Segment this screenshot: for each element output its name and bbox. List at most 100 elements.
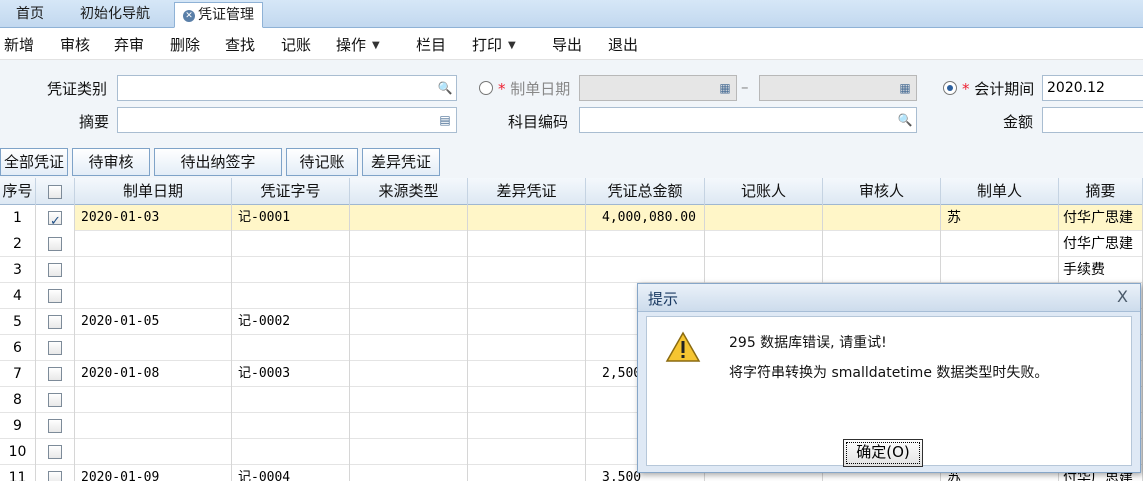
col-summary[interactable]: 摘要 — [1059, 178, 1143, 205]
col-check[interactable] — [36, 178, 75, 205]
cell-date[interactable] — [75, 387, 232, 413]
columns-button[interactable]: 栏目 — [416, 34, 446, 55]
period-radio[interactable] — [943, 81, 957, 95]
export-button[interactable]: 导出 — [552, 34, 582, 55]
col-source[interactable]: 来源类型 — [350, 178, 468, 205]
cell-no[interactable]: 2 — [0, 231, 36, 257]
cell-diff[interactable] — [468, 309, 586, 335]
col-date[interactable]: 制单日期 — [75, 178, 232, 205]
cell-voucher[interactable]: 记-0003 — [232, 361, 350, 387]
cell-source[interactable] — [350, 465, 468, 481]
cell-voucher[interactable] — [232, 387, 350, 413]
cell-no[interactable]: 4 — [0, 283, 36, 309]
cell-checked[interactable] — [36, 257, 75, 283]
col-no[interactable]: 序号 — [0, 178, 36, 205]
period-field[interactable]: 2020.12 — [1042, 75, 1143, 101]
cell-diff[interactable] — [468, 283, 586, 309]
cell-checked[interactable] — [36, 439, 75, 465]
select-all-checkbox[interactable] — [48, 184, 62, 199]
row-checkbox[interactable] — [48, 419, 62, 433]
cell-diff[interactable] — [468, 257, 586, 283]
row-checkbox[interactable] — [48, 471, 62, 481]
cell-voucher[interactable] — [232, 257, 350, 283]
search-icon[interactable]: 🔍 — [437, 80, 453, 96]
cell-voucher[interactable] — [232, 231, 350, 257]
cell-source[interactable] — [350, 335, 468, 361]
filter-pending-cashier-button[interactable]: 待出纳签字 — [154, 148, 282, 176]
cell-reviewer[interactable] — [823, 231, 941, 257]
cell-no[interactable]: 9 — [0, 413, 36, 439]
ok-button[interactable]: 确定(O) — [843, 439, 923, 467]
filter-pending-post-button[interactable]: 待记账 — [286, 148, 358, 176]
cell-diff[interactable] — [468, 413, 586, 439]
cell-voucher[interactable] — [232, 283, 350, 309]
cell-date[interactable] — [75, 413, 232, 439]
cell-voucher[interactable] — [232, 413, 350, 439]
cell-source[interactable] — [350, 231, 468, 257]
tab-voucher-management[interactable]: ✕ 凭证管理 — [174, 2, 263, 28]
cell-poster[interactable] — [705, 231, 823, 257]
new-button[interactable]: 新增 — [4, 34, 34, 55]
row-checkbox[interactable] — [48, 237, 62, 251]
cell-no[interactable]: 3 — [0, 257, 36, 283]
cell-checked[interactable] — [36, 465, 75, 481]
voucher-type-field[interactable]: 🔍 — [117, 75, 457, 101]
cell-date[interactable] — [75, 283, 232, 309]
row-checkbox[interactable] — [48, 445, 62, 459]
row-checkbox[interactable] — [48, 263, 62, 277]
make-date-end-field[interactable]: ▦ — [759, 75, 917, 101]
review-button[interactable]: 审核 — [60, 34, 90, 55]
row-checkbox[interactable] — [48, 209, 62, 231]
cell-source[interactable] — [350, 361, 468, 387]
cell-summary[interactable]: 付华广思建 — [1059, 205, 1143, 231]
cell-maker[interactable] — [941, 231, 1059, 257]
cell-diff[interactable] — [468, 335, 586, 361]
cell-date[interactable] — [75, 257, 232, 283]
close-icon[interactable]: X — [1117, 287, 1128, 306]
col-reviewer[interactable]: 审核人 — [823, 178, 941, 205]
close-icon[interactable]: ✕ — [183, 10, 195, 22]
make-date-radio[interactable] — [479, 81, 493, 95]
col-amount[interactable]: 凭证总金额 — [586, 178, 705, 205]
cell-amount[interactable] — [586, 257, 705, 283]
filter-pending-review-button[interactable]: 待审核 — [72, 148, 150, 176]
cell-no[interactable]: 6 — [0, 335, 36, 361]
row-checkbox[interactable] — [48, 341, 62, 355]
cell-source[interactable] — [350, 309, 468, 335]
cell-date[interactable]: 2020-01-08 — [75, 361, 232, 387]
cell-source[interactable] — [350, 387, 468, 413]
cell-checked[interactable] — [36, 335, 75, 361]
cell-voucher[interactable]: 记-0001 — [232, 205, 350, 231]
cell-source[interactable] — [350, 257, 468, 283]
cell-checked[interactable] — [36, 413, 75, 439]
cell-voucher[interactable]: 记-0002 — [232, 309, 350, 335]
cell-date[interactable] — [75, 335, 232, 361]
cell-source[interactable] — [350, 205, 468, 231]
tab-home[interactable]: 首页 — [8, 2, 52, 28]
cell-checked[interactable] — [36, 205, 75, 231]
cell-poster[interactable] — [705, 205, 823, 231]
cell-no[interactable]: 1 — [0, 205, 36, 231]
cell-date[interactable]: 2020-01-03 — [75, 205, 232, 231]
col-maker[interactable]: 制单人 — [941, 178, 1059, 205]
cell-date[interactable] — [75, 439, 232, 465]
col-poster[interactable]: 记账人 — [705, 178, 823, 205]
cell-checked[interactable] — [36, 387, 75, 413]
post-button[interactable]: 记账 — [281, 34, 311, 55]
cell-amount[interactable] — [586, 231, 705, 257]
cell-diff[interactable] — [468, 465, 586, 481]
col-diff[interactable]: 差异凭证 — [468, 178, 586, 205]
cell-reviewer[interactable] — [823, 205, 941, 231]
cell-diff[interactable] — [468, 387, 586, 413]
find-button[interactable]: 查找 — [225, 34, 255, 55]
print-menu[interactable]: 打印 ▼ — [472, 34, 516, 55]
row-checkbox[interactable] — [48, 315, 62, 329]
cell-maker[interactable] — [941, 257, 1059, 283]
cell-voucher[interactable] — [232, 335, 350, 361]
amount-field[interactable] — [1042, 107, 1143, 133]
cell-checked[interactable] — [36, 283, 75, 309]
row-checkbox[interactable] — [48, 367, 62, 381]
table-row[interactable]: 1 2020-01-03记-0001 4,000,080.00 苏付华广思建 — [0, 205, 1143, 231]
cell-no[interactable]: 11 — [0, 465, 36, 481]
cell-date[interactable]: 2020-01-05 — [75, 309, 232, 335]
